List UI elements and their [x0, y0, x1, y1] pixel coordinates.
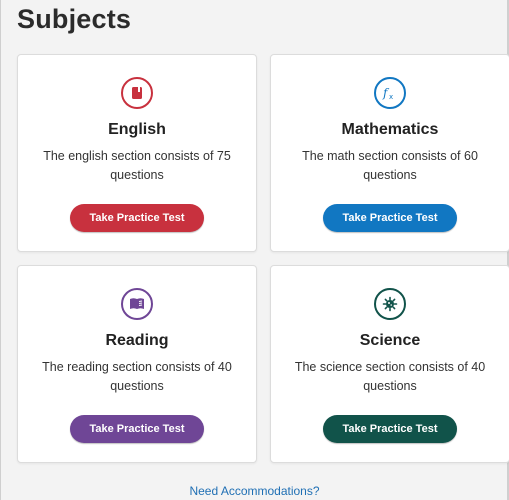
subject-card-mathematics: f x Mathematics The math section consist…: [270, 54, 509, 252]
open-book-icon: [121, 288, 153, 320]
svg-text:x: x: [389, 93, 393, 101]
take-practice-test-reading-button[interactable]: Take Practice Test: [70, 415, 204, 443]
take-practice-test-math-button[interactable]: Take Practice Test: [323, 204, 457, 232]
subject-description: The reading section consists of 40 quest…: [42, 360, 232, 393]
subject-description: The math section consists of 60 question…: [302, 149, 478, 182]
function-icon: f x: [374, 77, 406, 109]
take-practice-test-science-button[interactable]: Take Practice Test: [323, 415, 457, 443]
take-practice-test-english-button[interactable]: Take Practice Test: [70, 204, 204, 232]
need-accommodations-link[interactable]: Need Accommodations?: [0, 484, 509, 498]
subject-title: Reading: [105, 332, 169, 349]
book-icon: [121, 77, 153, 109]
subject-title: English: [108, 121, 166, 138]
subject-description: The science section consists of 40 quest…: [294, 360, 486, 393]
page-title: Subjects: [17, 4, 132, 34]
subject-title: Science: [359, 332, 421, 349]
subject-card-english: English The english section consists of …: [17, 54, 257, 252]
subject-card-science: Science The science section consists of …: [270, 265, 509, 463]
virus-icon: [374, 288, 406, 320]
subject-card-reading: Reading The reading section consists of …: [17, 265, 257, 463]
subject-title: Mathematics: [341, 121, 439, 138]
subject-description: The english section consists of 75 quest…: [43, 149, 231, 182]
